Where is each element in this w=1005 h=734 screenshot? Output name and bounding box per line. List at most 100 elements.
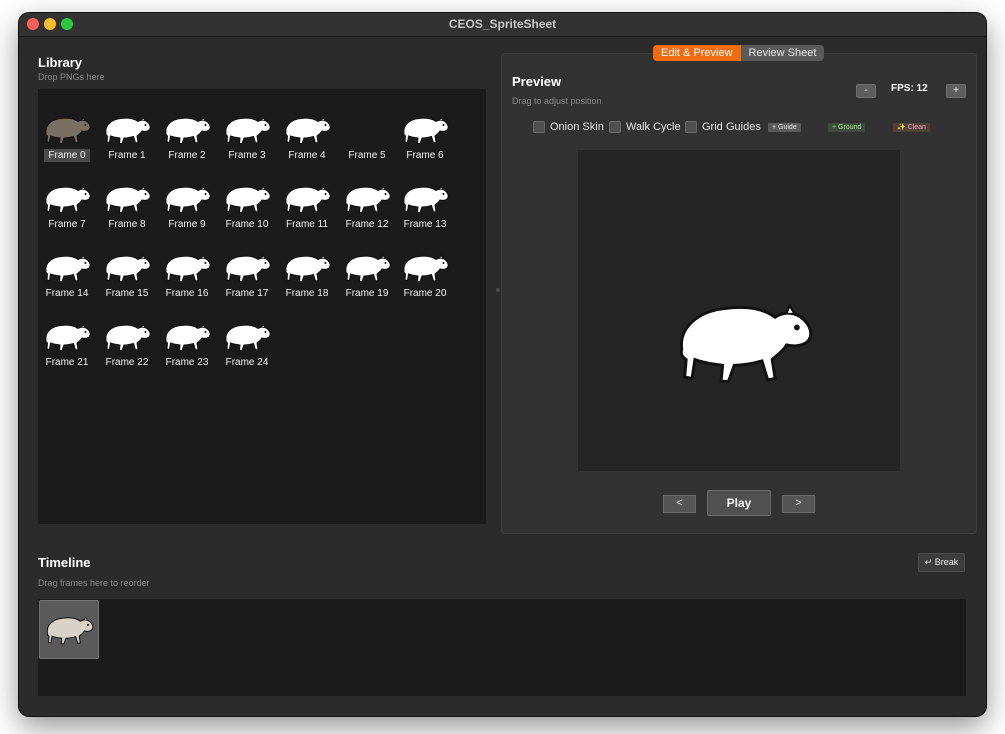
library-frame[interactable]: Frame 13 (396, 178, 454, 240)
frame-label: Frame 5 (348, 150, 386, 161)
previous-frame-button[interactable]: < (663, 495, 696, 513)
clean-button[interactable]: ✨ Clean (893, 123, 930, 132)
timeline-title: Timeline (38, 555, 91, 570)
frame-label: Frame 19 (345, 288, 389, 299)
library-frame[interactable]: Frame 24 (218, 316, 276, 378)
frame-label: Frame 6 (406, 150, 444, 161)
walk-cycle-option[interactable]: Walk Cycle (609, 121, 681, 133)
break-button[interactable]: ↵ Break (918, 553, 965, 572)
library-frame[interactable]: Frame 6 (396, 109, 454, 171)
next-frame-button[interactable]: > (782, 495, 815, 513)
walk-cycle-checkbox[interactable] (609, 121, 621, 133)
library-frame[interactable]: Frame 0 (38, 109, 96, 171)
library-frame[interactable]: Frame 16 (158, 247, 216, 309)
add-ground-button[interactable]: + Ground (828, 123, 866, 132)
frame-label: Frame 24 (225, 357, 269, 368)
frame-label: Frame 10 (225, 219, 269, 230)
frame-thumbnail (222, 250, 272, 286)
library-frame[interactable]: Frame 9 (158, 178, 216, 240)
splitter-handle[interactable] (496, 288, 500, 292)
frame-thumbnail (400, 250, 450, 286)
library-frame[interactable]: Frame 20 (396, 247, 454, 309)
frame-thumbnail (222, 181, 272, 217)
frame-label: Frame 15 (105, 288, 149, 299)
frame-thumbnail (42, 112, 92, 148)
grid-label: Grid (702, 121, 723, 133)
frame-thumbnail (42, 319, 92, 355)
frame-label: Frame 23 (165, 357, 209, 368)
play-button[interactable]: Play (707, 490, 771, 516)
library-frame[interactable]: Frame 12 (338, 178, 396, 240)
frame-thumbnail (222, 319, 272, 355)
library-frame[interactable]: Frame 10 (218, 178, 276, 240)
frame-label: Frame 16 (165, 288, 209, 299)
frame-label: Frame 12 (345, 219, 389, 230)
frame-label: Frame 17 (225, 288, 269, 299)
tab-edit-preview[interactable]: Edit & Preview (653, 45, 741, 61)
library-grid[interactable]: Frame 0 Frame 1 Frame 2 Frame 3 Frame 4 Frame… (38, 89, 486, 524)
frame-thumbnail (400, 112, 450, 148)
frame-label: Frame 8 (108, 219, 146, 230)
library-frame[interactable]: Frame 5 (338, 109, 396, 171)
frame-label: Frame 1 (108, 150, 146, 161)
frame-label: Frame 11 (285, 219, 329, 230)
timeline-frame[interactable] (39, 600, 99, 659)
grid-checkbox[interactable] (685, 121, 697, 133)
library-frame[interactable]: Frame 3 (218, 109, 276, 171)
frame-thumbnail (102, 319, 152, 355)
preview-title: Preview (512, 74, 562, 89)
tab-review-sheet[interactable]: Review Sheet (740, 45, 825, 61)
library-frame[interactable]: Frame 11 (278, 178, 336, 240)
onion-skin-option[interactable]: Onion Skin (533, 121, 604, 133)
library-frame[interactable]: Frame 4 (278, 109, 336, 171)
window-title: CEOS_SpriteSheet (448, 17, 557, 31)
library-frame[interactable]: Frame 8 (98, 178, 156, 240)
frame-label: Frame 14 (45, 288, 89, 299)
library-frame[interactable]: Frame 2 (158, 109, 216, 171)
add-guide-button[interactable]: + Guide (768, 123, 801, 132)
capybara-sprite[interactable] (670, 291, 816, 393)
library-frame[interactable]: Frame 7 (38, 178, 96, 240)
library-frame[interactable]: Frame 19 (338, 247, 396, 309)
library-frame[interactable]: Frame 15 (98, 247, 156, 309)
frame-thumbnail (162, 250, 212, 286)
library-frame[interactable]: Frame 22 (98, 316, 156, 378)
preview-canvas[interactable] (578, 150, 900, 471)
frame-thumbnail (400, 181, 450, 217)
onion-skin-checkbox[interactable] (533, 121, 545, 133)
library-frame[interactable]: Frame 21 (38, 316, 96, 378)
frame-label: Frame 13 (403, 219, 447, 230)
frame-thumbnail (42, 181, 92, 217)
timeline-hint: Drag frames here to reorder (38, 578, 150, 588)
frame-thumbnail (342, 112, 392, 148)
frame-thumbnail (342, 181, 392, 217)
walk-cycle-label: Walk Cycle (626, 121, 681, 133)
guides-label: Guides (726, 121, 761, 133)
frame-thumbnail (282, 250, 332, 286)
timeline-frame-thumbnail (43, 612, 95, 648)
library-frame[interactable]: Frame 18 (278, 247, 336, 309)
library-frame[interactable]: Frame 17 (218, 247, 276, 309)
preview-hint: Drag to adjust position (512, 96, 602, 106)
fps-label: FPS: 12 (891, 83, 928, 94)
app-window: CEOS_SpriteSheet Library Drop PNGs here … (19, 13, 986, 716)
onion-skin-label: Onion Skin (550, 121, 604, 133)
frame-thumbnail (162, 181, 212, 217)
frame-label: Frame 0 (44, 149, 90, 162)
frame-label: Frame 2 (168, 150, 206, 161)
grid-option[interactable]: Grid (685, 121, 723, 133)
library-frame[interactable]: Frame 1 (98, 109, 156, 171)
frame-thumbnail (102, 112, 152, 148)
timeline-track[interactable] (38, 599, 966, 696)
frame-label: Frame 3 (228, 150, 266, 161)
library-frame[interactable]: Frame 23 (158, 316, 216, 378)
frame-label: Frame 22 (105, 357, 149, 368)
library-frame[interactable]: Frame 14 (38, 247, 96, 309)
frame-label: Frame 7 (48, 219, 86, 230)
frame-label: Frame 18 (285, 288, 329, 299)
fps-decrease-button[interactable]: - (856, 84, 876, 98)
frame-thumbnail (342, 250, 392, 286)
frame-thumbnail (282, 181, 332, 217)
guides-label-wrap: Guides (726, 121, 761, 133)
fps-increase-button[interactable]: + (946, 84, 966, 98)
